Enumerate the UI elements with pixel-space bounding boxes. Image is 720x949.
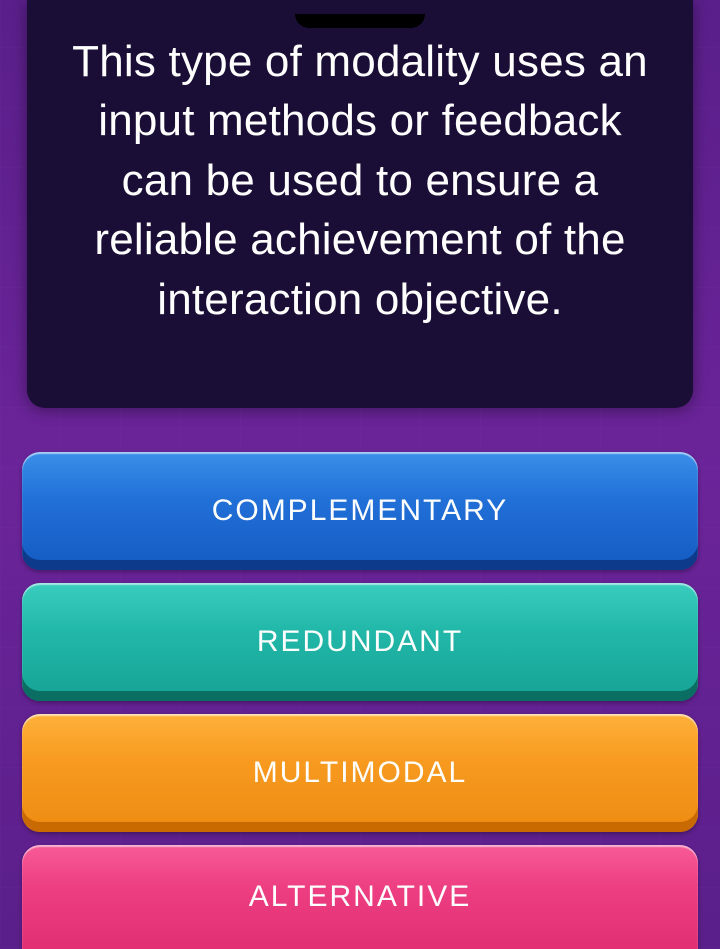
answer-label: ALTERNATIVE — [249, 880, 472, 914]
answer-option-alternative[interactable]: ALTERNATIVE — [22, 845, 698, 949]
answer-label: REDUNDANT — [257, 625, 463, 659]
notch-decoration — [295, 14, 425, 28]
answer-option-complementary[interactable]: COMPLEMENTARY — [22, 452, 698, 570]
answer-label: MULTIMODAL — [253, 756, 467, 790]
answer-option-multimodal[interactable]: MULTIMODAL — [22, 714, 698, 832]
question-card: This type of modality uses an input meth… — [27, 0, 693, 408]
answer-label: COMPLEMENTARY — [212, 494, 509, 528]
answer-option-redundant[interactable]: REDUNDANT — [22, 583, 698, 701]
answers-list: COMPLEMENTARY REDUNDANT MULTIMODAL ALTER… — [22, 452, 698, 949]
quiz-screen: This type of modality uses an input meth… — [0, 0, 720, 948]
question-text: This type of modality uses an input meth… — [57, 32, 663, 329]
